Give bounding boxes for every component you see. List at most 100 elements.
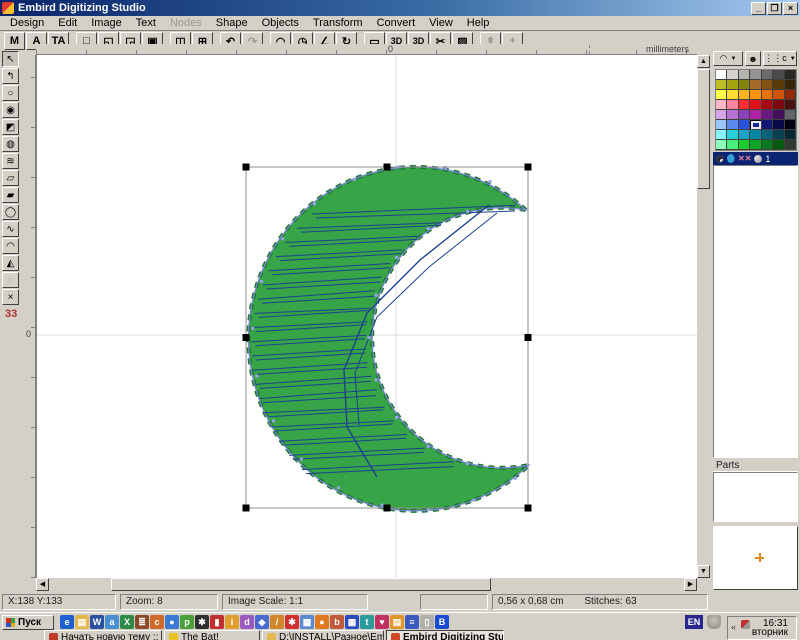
horizontal-scroll-thumb[interactable]: [111, 578, 491, 591]
menu-design[interactable]: Design: [4, 16, 50, 30]
curve-style-dropdown[interactable]: ◠ ▼: [713, 51, 743, 66]
palette-color-39[interactable]: [762, 120, 773, 130]
teal-app-icon[interactable]: t: [360, 615, 374, 629]
tray-hand-icon[interactable]: [707, 615, 721, 629]
palette-color-15[interactable]: [727, 90, 738, 100]
lamp-icon[interactable]: i: [225, 615, 239, 629]
language-indicator[interactable]: EN: [685, 615, 703, 629]
palette-color-40[interactable]: [773, 120, 784, 130]
palette-color-49[interactable]: [716, 140, 727, 150]
palette-color-34[interactable]: [785, 110, 796, 120]
palette-color-37[interactable]: [739, 120, 750, 130]
the-bat-window[interactable]: The Bat!: [164, 630, 260, 640]
palette-color-32[interactable]: [762, 110, 773, 120]
fill-mode-dropdown[interactable]: ⋮⋮c ▼: [763, 51, 797, 66]
zoom-tool[interactable]: ○: [2, 85, 19, 101]
word-icon[interactable]: W: [90, 615, 104, 629]
curve-node[interactable]: [353, 178, 356, 181]
palette-color-41[interactable]: [785, 120, 796, 130]
curve-node[interactable]: [380, 504, 383, 507]
excel-icon[interactable]: X: [120, 615, 134, 629]
tray-app-icon[interactable]: [741, 620, 750, 629]
photo-icon[interactable]: ▩: [300, 615, 314, 629]
orange-ball-icon[interactable]: ●: [315, 615, 329, 629]
forum-topic-window[interactable]: Начать новую тему :: B...: [44, 630, 162, 640]
selection-handle[interactable]: [243, 505, 250, 512]
palette-color-8[interactable]: [727, 80, 738, 90]
menu-edit[interactable]: Edit: [52, 16, 83, 30]
palette-color-19[interactable]: [773, 90, 784, 100]
curve-node[interactable]: [489, 180, 492, 183]
my-documents-icon[interactable]: ▤: [75, 615, 89, 629]
selection-handle[interactable]: [243, 334, 250, 341]
crescent-fill-shape[interactable]: [248, 167, 529, 511]
restore-button[interactable]: ❐: [767, 2, 782, 15]
palette-color-51[interactable]: [739, 140, 750, 150]
snowflake-icon[interactable]: ✱: [285, 615, 299, 629]
library-icon[interactable]: ≣: [135, 615, 149, 629]
applique-tool[interactable]: ▰: [2, 187, 19, 203]
menu-transform[interactable]: Transform: [307, 16, 369, 30]
palette-color-38[interactable]: [750, 120, 761, 130]
curve-node[interactable]: [337, 486, 340, 489]
diamond-icon[interactable]: ◆: [255, 615, 269, 629]
explorer-window[interactable]: D:\INSTALL\Разное\Embird: [262, 630, 384, 640]
list-icon[interactable]: ≡: [405, 615, 419, 629]
fill-shape-tool[interactable]: ◩: [2, 119, 19, 135]
arc-tool[interactable]: ◠: [2, 238, 19, 254]
carving-tool[interactable]: ≋: [2, 153, 19, 169]
scroll-up-arrow[interactable]: ▲: [697, 55, 710, 68]
curve-node[interactable]: [466, 462, 469, 465]
select-tool[interactable]: ↖: [2, 51, 19, 67]
curve-node[interactable]: [514, 477, 517, 480]
palette-color-7[interactable]: [716, 80, 727, 90]
palette-color-16[interactable]: [739, 90, 750, 100]
palette-color-30[interactable]: [739, 110, 750, 120]
palette-color-26[interactable]: [773, 100, 784, 110]
curve-node[interactable]: [272, 419, 275, 422]
manual-stitch-tool[interactable]: ×: [2, 289, 19, 305]
curve-node[interactable]: [281, 237, 284, 240]
palette-color-54[interactable]: [773, 140, 784, 150]
selection-handle[interactable]: [243, 164, 250, 171]
embird-window[interactable]: Embird Digitizing Stud...: [386, 630, 504, 640]
palette-color-10[interactable]: [750, 80, 761, 90]
palette-color-53[interactable]: [762, 140, 773, 150]
design-canvas[interactable]: [36, 55, 697, 578]
object-list[interactable]: [713, 165, 798, 458]
scroll-left-arrow[interactable]: ◀: [36, 578, 49, 591]
scroll-down-arrow[interactable]: ▼: [697, 565, 710, 578]
palette-color-31[interactable]: [750, 110, 761, 120]
curve-node[interactable]: [368, 336, 371, 339]
notepad-icon[interactable]: ▯: [420, 615, 434, 629]
palette-color-1[interactable]: [727, 70, 738, 80]
visibility-eye-icon[interactable]: [716, 155, 724, 163]
selection-handle[interactable]: [384, 505, 391, 512]
palette-color-48[interactable]: [785, 130, 796, 140]
palette-color-50[interactable]: [727, 140, 738, 150]
palette-color-3[interactable]: [750, 70, 761, 80]
horizontal-scrollbar[interactable]: ◀ ▶: [36, 578, 697, 591]
motif-fill-tool[interactable]: ◍: [2, 136, 19, 152]
red-book-icon[interactable]: ▮: [210, 615, 224, 629]
palette-color-23[interactable]: [739, 100, 750, 110]
palette-color-5[interactable]: [773, 70, 784, 80]
menu-objects[interactable]: Objects: [256, 16, 305, 30]
brush-icon[interactable]: b: [330, 615, 344, 629]
curve-node[interactable]: [260, 280, 263, 283]
palette-color-17[interactable]: [750, 90, 761, 100]
orange-folder-icon[interactable]: ▤: [390, 615, 404, 629]
menu-view[interactable]: View: [423, 16, 459, 30]
palette-color-18[interactable]: [762, 90, 773, 100]
palette-color-29[interactable]: [727, 110, 738, 120]
freehand-shape-tool[interactable]: ◯: [2, 204, 19, 220]
menu-image[interactable]: Image: [85, 16, 128, 30]
zoom-actual-tool[interactable]: ◉: [2, 102, 19, 118]
tray-collapse-icon[interactable]: «: [731, 622, 736, 632]
curve-node[interactable]: [395, 416, 398, 419]
curve-node[interactable]: [427, 445, 430, 448]
red-app-icon[interactable]: ♥: [375, 615, 389, 629]
palette-color-55[interactable]: [785, 140, 796, 150]
palette-color-4[interactable]: [762, 70, 773, 80]
ie-icon[interactable]: e: [60, 615, 74, 629]
